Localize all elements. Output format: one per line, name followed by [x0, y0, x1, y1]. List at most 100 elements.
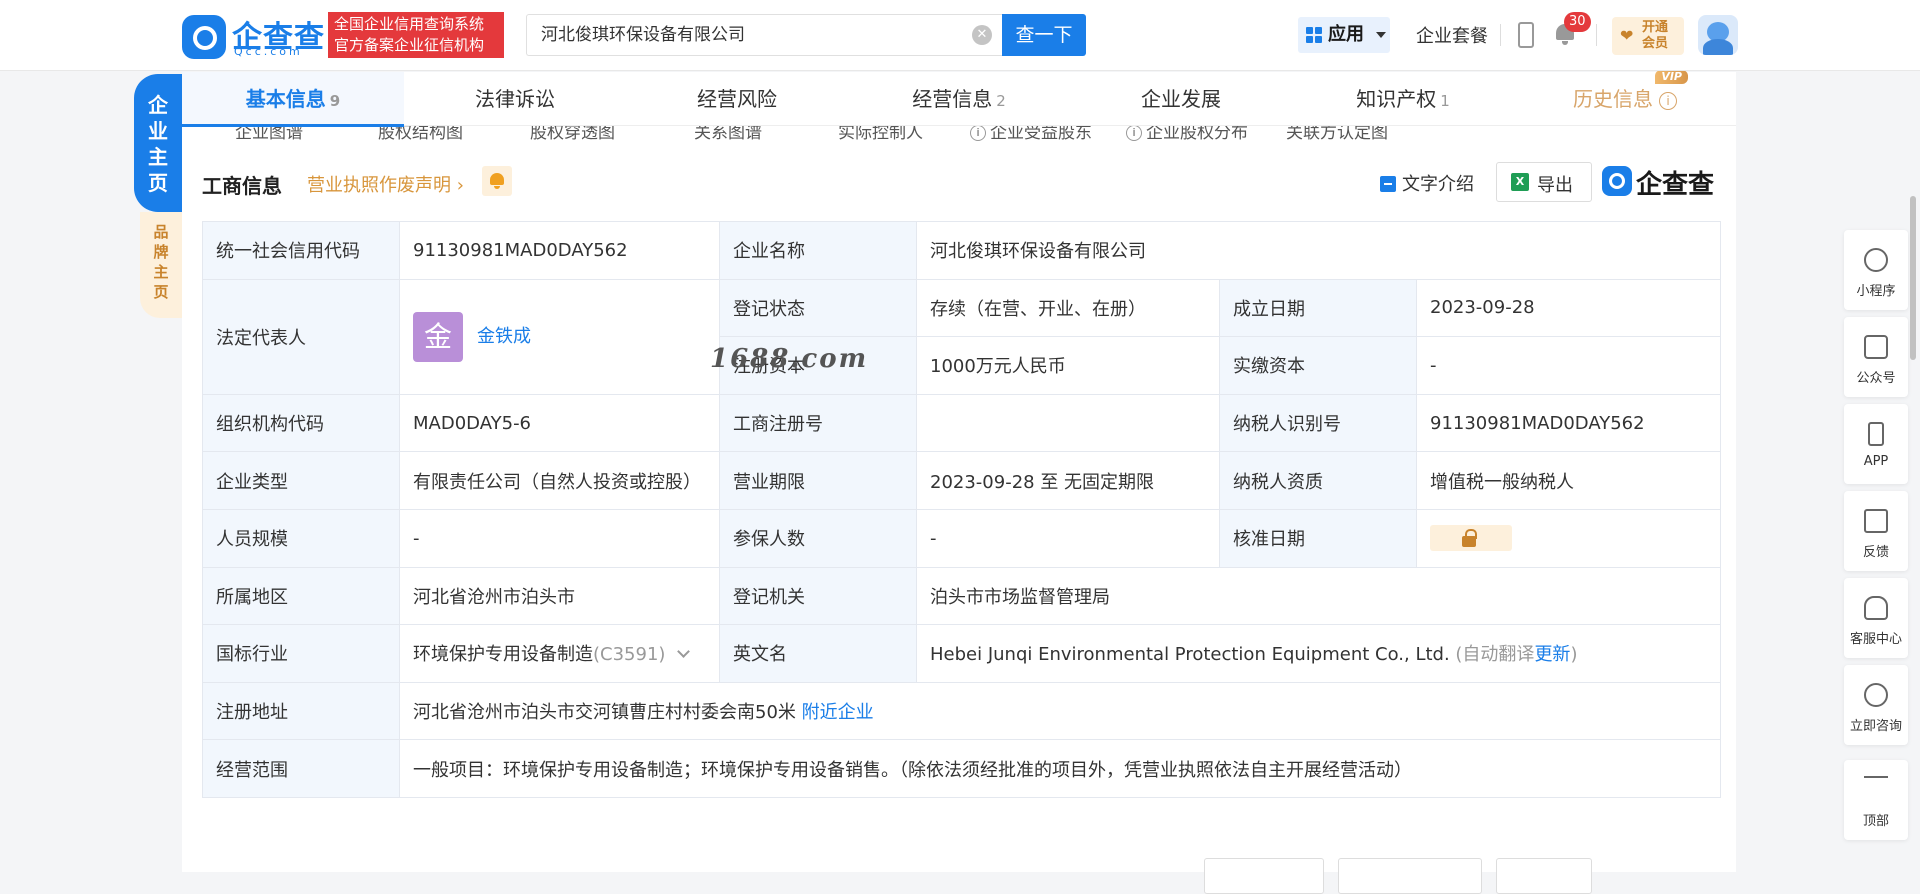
customer-service-button[interactable]: 客服中心	[1844, 578, 1908, 658]
business-info-table: 统一社会信用代码 91130981MAD0DAY562 企业名称 河北俊琪环保设…	[202, 221, 1721, 798]
subnav-item[interactable]: 股权结构图	[378, 126, 463, 143]
credit-code-label: 统一社会信用代码	[202, 221, 400, 280]
subnav-item[interactable]: 关联方认定图	[1286, 126, 1388, 143]
subnav-item[interactable]: 关系图谱	[694, 126, 762, 143]
company-type-label: 企业类型	[202, 451, 400, 510]
brand-home-tab[interactable]: 品 牌 主 页	[140, 212, 182, 318]
user-avatar[interactable]	[1698, 15, 1738, 55]
biz-reg-no-value	[916, 393, 1220, 453]
mobile-icon[interactable]	[1518, 22, 1534, 48]
export-button[interactable]: X 导出	[1496, 162, 1592, 202]
tab-ip[interactable]: 知识产权 1	[1292, 72, 1514, 126]
authority-value: 泊头市市场监督管理局	[916, 566, 1721, 626]
tab-count: 2	[996, 92, 1006, 110]
term-value: 2023-09-28 至 无固定期限	[916, 451, 1220, 510]
company-home-tab[interactable]: 企 业 主 页	[134, 74, 182, 212]
app-menu-button[interactable]: 应用	[1298, 17, 1390, 53]
credit-system-badge[interactable]: 全国企业信用查询系统 官方备案企业征信机构	[328, 12, 504, 58]
badge-line2: 官方备案企业征信机构	[334, 36, 485, 54]
sidetab-char: 主	[148, 145, 168, 169]
open-vip-button[interactable]: ❤ 开通 会员	[1612, 17, 1684, 55]
rb-label: 立即咨询	[1849, 719, 1902, 734]
biz-reg-no-label: 工商注册号	[719, 393, 917, 453]
search-box: 河北俊琪环保设备有限公司 ✕	[526, 14, 1002, 56]
peek-button[interactable]	[1338, 858, 1482, 894]
peek-button[interactable]	[1204, 858, 1324, 894]
document-icon[interactable]	[1380, 176, 1396, 192]
tab-operating-risk[interactable]: 经营风险	[626, 72, 848, 126]
subnav-item-with-info[interactable]: i 企业受益股东	[970, 126, 1092, 143]
taxpayer-id-value[interactable]: 91130981MAD0DAY562	[1416, 393, 1721, 453]
tab-development[interactable]: 企业发展	[1070, 72, 1292, 126]
enterprise-suite-link[interactable]: 企业套餐	[1416, 22, 1488, 48]
mobile-icon	[1868, 422, 1884, 446]
feedback-button[interactable]: 反馈	[1844, 491, 1908, 571]
tab-litigation[interactable]: 法律诉讼	[404, 72, 626, 126]
text-intro-link[interactable]: 文字介绍	[1402, 170, 1474, 196]
qcc-logo-icon[interactable]	[182, 15, 226, 59]
legal-rep-avatar[interactable]: 金	[413, 311, 463, 362]
brandtab-char: 主	[153, 263, 169, 281]
clear-icon[interactable]: ✕	[972, 25, 992, 45]
mini-program-icon	[1864, 248, 1888, 272]
main-panel: 企业图谱 股权结构图 股权穿透图 关系图谱 实际控制人 i 企业受益股东 i 企业股…	[182, 70, 1736, 894]
english-name-label: 英文名	[719, 624, 917, 683]
next-section-peek	[182, 848, 1736, 894]
search-button[interactable]: 查一下	[1002, 14, 1086, 56]
update-link[interactable]: 更新	[1534, 644, 1570, 665]
rb-label: 公众号	[1856, 371, 1896, 386]
reg-status-label: 登记状态	[719, 278, 917, 338]
rb-label: 顶部	[1862, 814, 1889, 829]
industry-value[interactable]: 环境保护专用设备制造(C3591)	[399, 624, 720, 683]
tab-label: 知识产权	[1356, 87, 1437, 111]
table-row: 企业类型 有限责任公司（自然人投资或控股） 营业期限 2023-09-28 至 …	[202, 451, 1721, 510]
credit-code-value[interactable]: 91130981MAD0DAY562	[399, 221, 720, 280]
org-code-value[interactable]: MAD0DAY5-6	[399, 393, 720, 453]
qcc-logo-icon	[1602, 166, 1632, 196]
chevron-down-icon[interactable]	[677, 645, 691, 659]
brandtab-char: 品	[153, 223, 169, 241]
subnav-label: 企业股权分布	[1146, 126, 1248, 143]
info-icon: i	[970, 126, 986, 141]
scrollbar-thumb[interactable]	[1910, 196, 1916, 360]
company-name-label: 企业名称	[719, 221, 917, 280]
tab-label: 经营风险	[697, 87, 777, 111]
company-name-value[interactable]: 河北俊琪环保设备有限公司	[916, 221, 1721, 280]
nearby-companies-link[interactable]: 附近企业	[802, 702, 874, 723]
subnav-item[interactable]: 股权穿透图	[530, 126, 615, 143]
table-row: 组织机构代码 MAD0DAY5-6 工商注册号 纳税人识别号 91130981M…	[202, 393, 1721, 453]
app-download-button[interactable]: APP	[1844, 404, 1908, 484]
staff-value: -	[399, 508, 720, 568]
tab-label: 企业发展	[1141, 87, 1221, 111]
mini-program-button[interactable]: 小程序	[1844, 230, 1908, 310]
table-row: 注册地址 河北省沧州市泊头市交河镇曹庄村村委会南50米 附近企业	[202, 681, 1721, 741]
tab-basic-info[interactable]: 基本信息 9	[182, 72, 404, 127]
tab-history[interactable]: 历史信息 i VIP	[1514, 70, 1736, 126]
table-row: 法定代表人 金金铁成 登记状态 存续（在营、开业、在册） 成立日期 2023-0…	[202, 278, 1721, 395]
table-row: 人员规模 - 参保人数 - 核准日期	[202, 508, 1721, 568]
subnav-item[interactable]: 企业图谱	[235, 126, 303, 143]
license-void-link[interactable]: 营业执照作废声明 ›	[307, 171, 464, 197]
peek-button[interactable]	[1496, 858, 1592, 894]
lock-icon[interactable]	[1430, 525, 1512, 552]
notification-badge: 30	[1564, 12, 1591, 32]
legal-rep-link[interactable]: 金铁成	[477, 326, 531, 347]
industry-code: (C3591)	[593, 644, 666, 666]
subnav-item-with-info[interactable]: i 企业股权分布	[1126, 126, 1248, 143]
taxpayer-qual-label: 纳税人资质	[1219, 451, 1417, 510]
paid-capital-value: -	[1416, 336, 1721, 395]
consult-button[interactable]: 立即咨询	[1844, 665, 1908, 745]
subnav-item[interactable]: 实际控制人	[838, 126, 923, 143]
search-input[interactable]: 河北俊琪环保设备有限公司	[541, 15, 971, 55]
founded-label: 成立日期	[1219, 278, 1417, 338]
tab-operating-info[interactable]: 经营信息 2	[848, 72, 1070, 126]
tab-bar: 基本信息 9 法律诉讼 经营风险 经营信息 2 企业发展 知识产权 1 历史信息 i VI…	[182, 70, 1736, 127]
sidetab-char: 业	[148, 119, 168, 143]
section-title: 工商信息	[202, 174, 282, 198]
bell-icon[interactable]	[482, 166, 512, 196]
back-to-top-button[interactable]: 顶部	[1844, 760, 1908, 840]
close-paren: )	[1570, 644, 1578, 666]
scope-value: 一般项目：环境保护专用设备制造；环境保护专用设备销售。（除依法须经批准的项目外，…	[399, 739, 1721, 798]
app-label: 应用	[1328, 24, 1364, 45]
official-account-button[interactable]: 公众号	[1844, 317, 1908, 397]
